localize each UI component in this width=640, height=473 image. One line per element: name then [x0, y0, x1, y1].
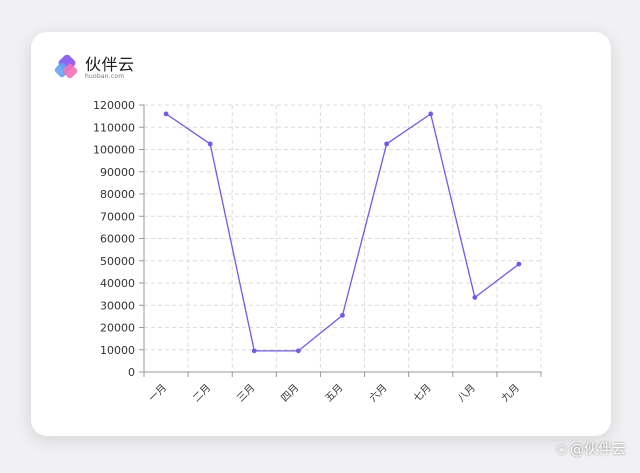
watermark: ○ @伙伴云 [557, 439, 626, 459]
data-point [251, 348, 257, 354]
x-tick-label: 二月 [191, 382, 214, 405]
y-tick-label: 10000 [100, 344, 135, 357]
y-tick-label: 70000 [100, 210, 135, 223]
chart-axes: 0 10000 20000 30000 40000 50000 60000 70000 8000… [93, 99, 542, 405]
y-tick-label: 20000 [100, 322, 135, 335]
data-point [295, 348, 301, 354]
y-tick-label: 40000 [100, 277, 135, 290]
y-tick-label: 100000 [93, 144, 135, 157]
data-point [163, 111, 169, 117]
data-point [516, 261, 522, 267]
y-tick-label: 60000 [100, 233, 135, 246]
x-tick-label: 一月 [146, 382, 169, 405]
data-point [472, 295, 478, 300]
data-point [340, 312, 345, 318]
chat-bubble-icon: ○ [556, 442, 567, 456]
data-point [384, 141, 390, 147]
y-tick-label: 80000 [100, 188, 135, 201]
x-tick-label: 七月 [411, 382, 434, 405]
x-tick-label: 三月 [235, 382, 258, 405]
x-tick-label: 四月 [279, 382, 302, 405]
line-chart: 0 10000 20000 30000 40000 50000 60000 70000 8000… [93, 99, 542, 405]
y-tick-label: 120000 [93, 99, 135, 112]
x-tick-label: 六月 [367, 382, 390, 405]
data-point [428, 111, 434, 117]
y-tick-label: 90000 [100, 166, 135, 179]
chart-series [163, 111, 522, 354]
x-tick-label: 八月 [455, 382, 478, 405]
y-tick-label: 50000 [100, 255, 135, 268]
chart-grid [144, 104, 542, 372]
watermark-text: @伙伴云 [570, 442, 626, 458]
x-tick-label: 九月 [499, 382, 522, 405]
y-tick-label: 0 [128, 366, 135, 379]
y-tick-label: 30000 [100, 299, 135, 312]
data-point [207, 141, 213, 147]
x-tick-label: 五月 [323, 382, 346, 405]
y-tick-label: 110000 [93, 121, 135, 134]
